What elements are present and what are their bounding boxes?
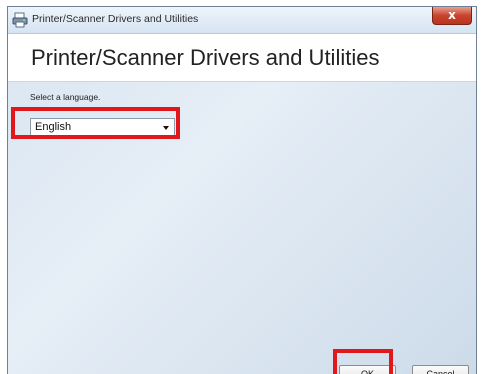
language-prompt: Select a language. xyxy=(30,92,101,102)
header-banner: Printer/Scanner Drivers and Utilities xyxy=(8,34,476,82)
page-title: Printer/Scanner Drivers and Utilities xyxy=(31,45,380,70)
printer-scanner-icon xyxy=(12,12,28,28)
close-button[interactable]: x xyxy=(432,7,472,25)
window-title: Printer/Scanner Drivers and Utilities xyxy=(32,13,199,25)
ok-button-highlight xyxy=(333,349,393,374)
installer-window: Printer/Scanner Drivers and Utilities x … xyxy=(7,6,477,374)
language-select-highlight xyxy=(11,107,180,139)
close-icon: x xyxy=(448,8,456,22)
title-bar[interactable]: Printer/Scanner Drivers and Utilities x xyxy=(8,7,476,34)
cancel-button[interactable]: Cancel xyxy=(412,365,469,374)
